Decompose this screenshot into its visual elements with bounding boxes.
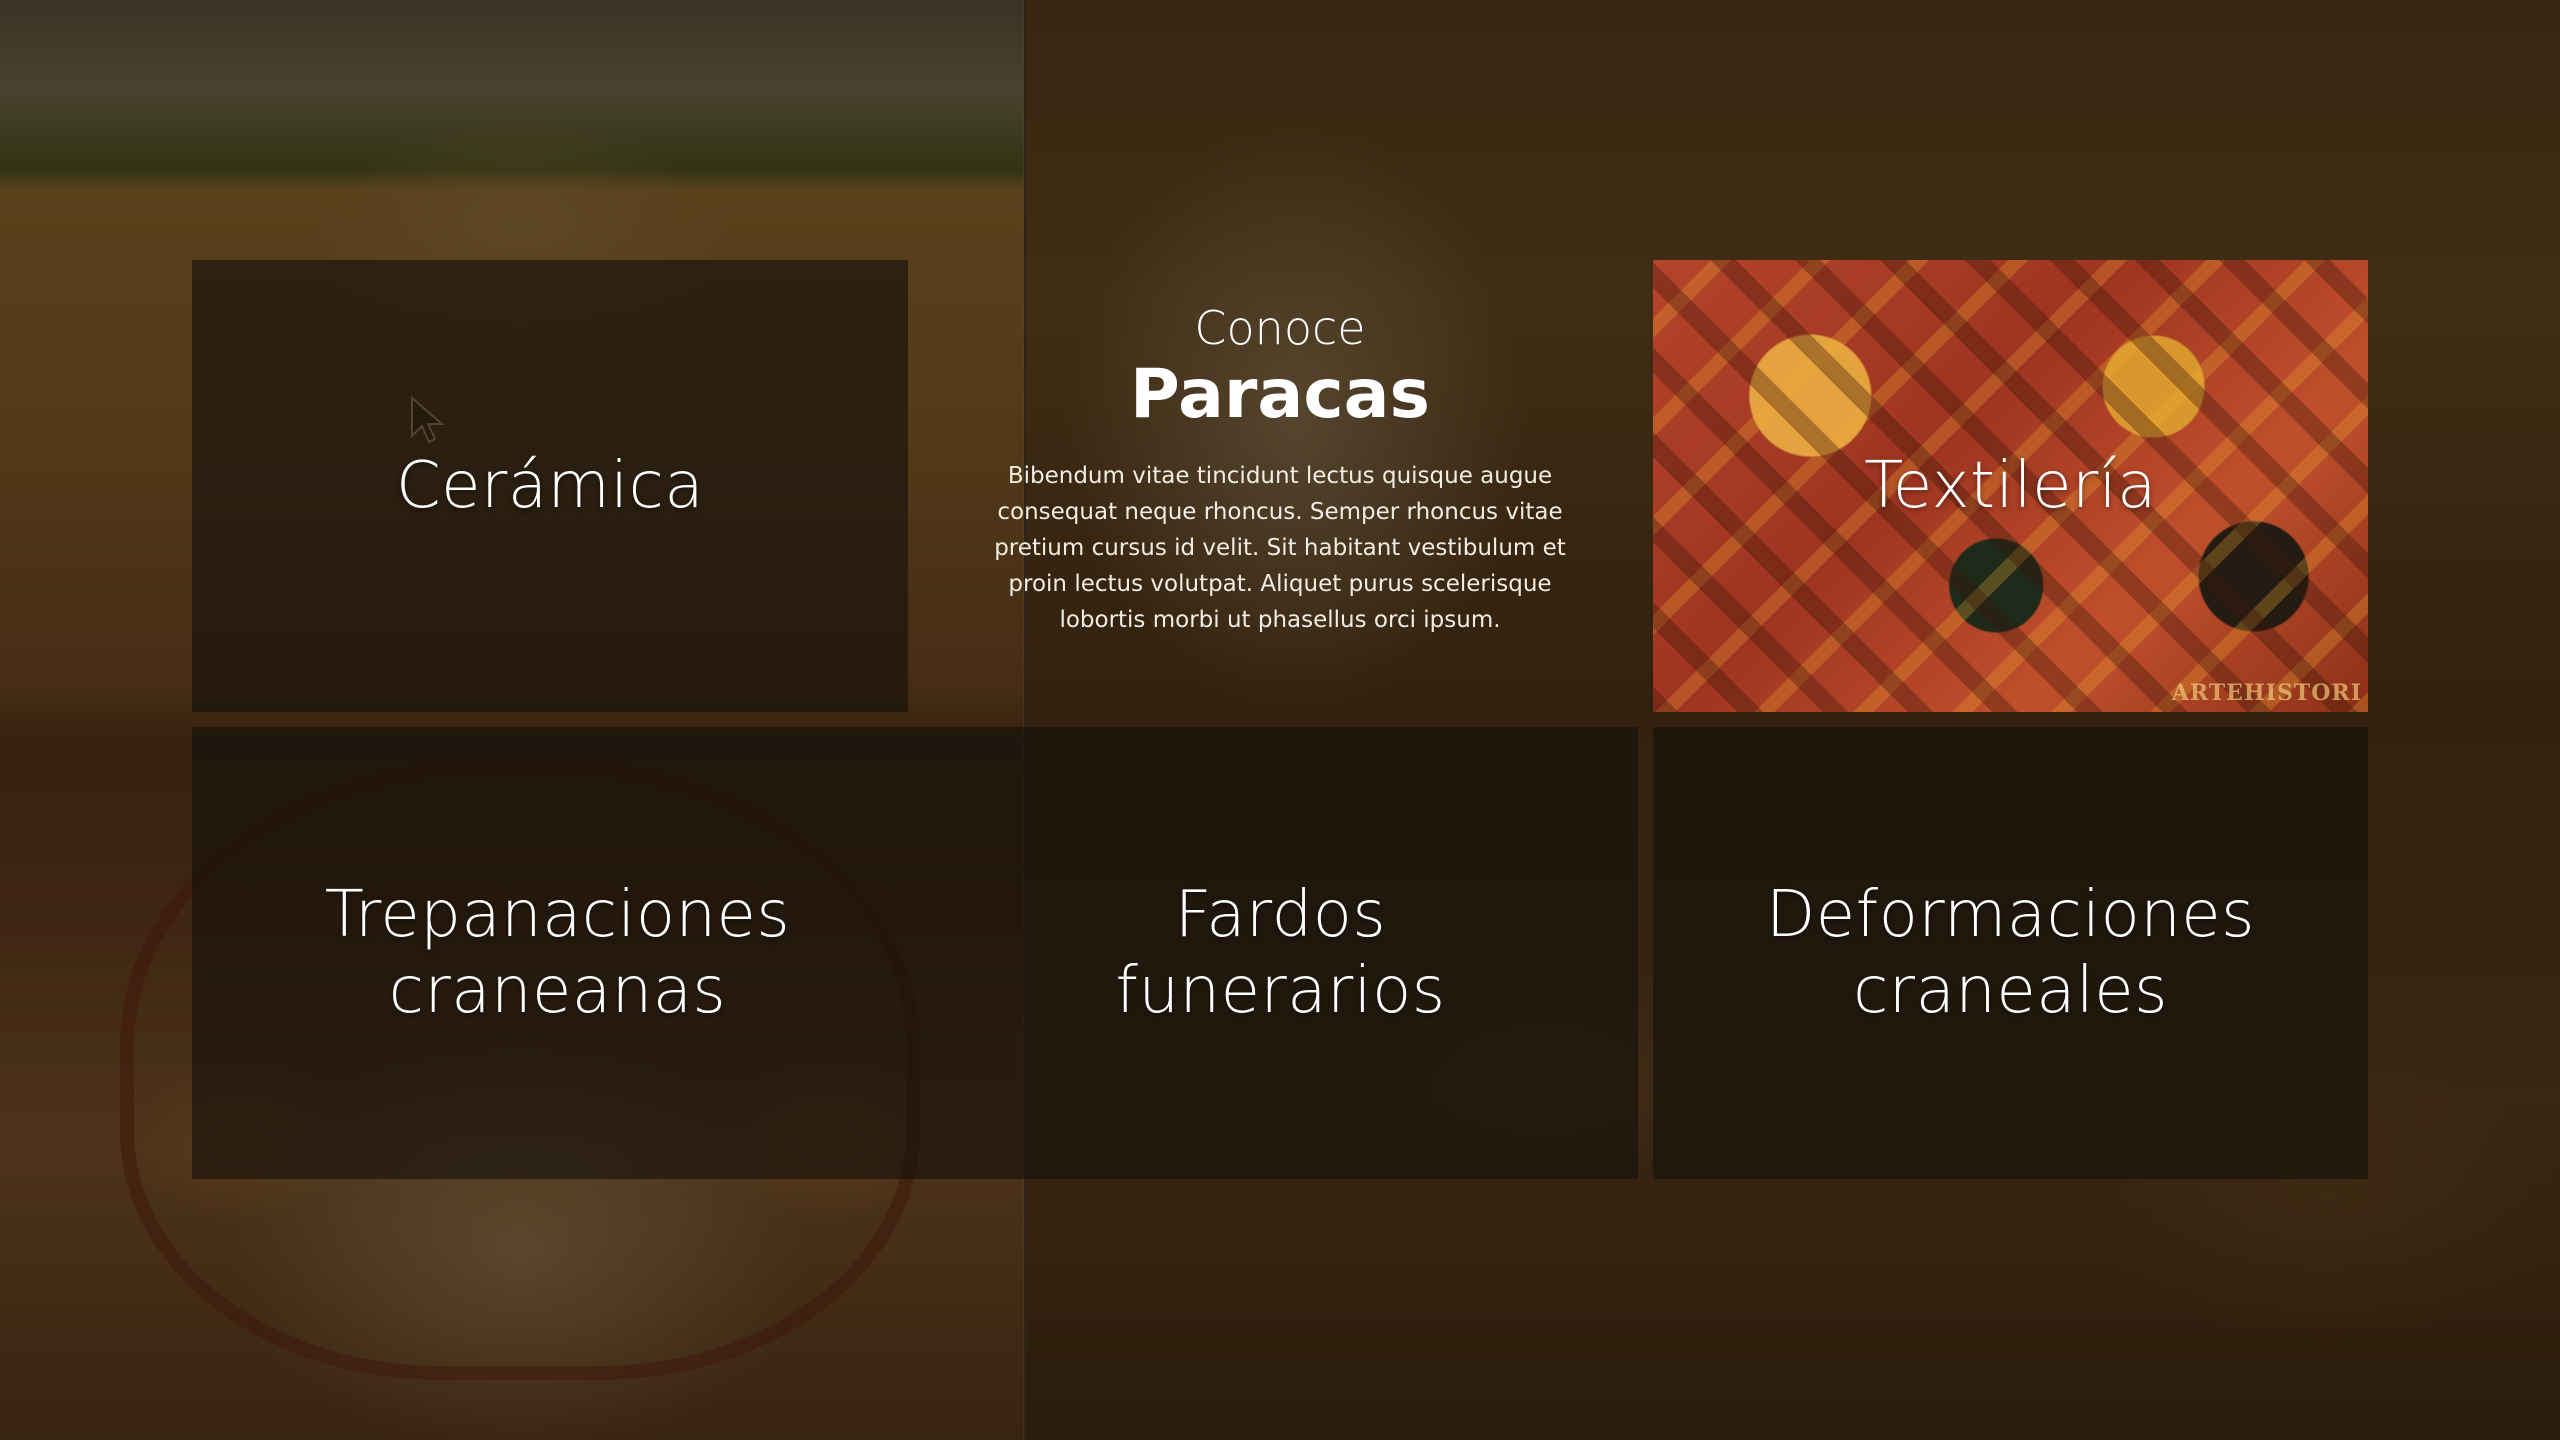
mouse-cursor-icon — [410, 395, 446, 448]
tile-fardos-label: Fardos funerarios — [1115, 878, 1446, 1028]
tile-deformaciones-label: Deformaciones craneales — [1766, 878, 2255, 1028]
tile-textileria[interactable]: Textilería ARTEHISTORI — [1653, 260, 2368, 712]
textile-watermark: ARTEHISTORI — [2171, 680, 2362, 706]
intro-title: Paracas — [1130, 355, 1430, 434]
tile-ceramica[interactable]: Cerámica — [192, 260, 908, 712]
tile-textileria-label: Textilería — [1864, 449, 2157, 523]
tile-fardos[interactable]: Fardos funerarios — [923, 727, 1638, 1179]
tile-ceramica-label: Cerámica — [395, 449, 705, 523]
page: Cerámica Conoce Paracas Bibendum vitae t… — [0, 0, 2560, 1440]
intro-kicker: Conoce — [1194, 301, 1366, 355]
intro-body: Bibendum vitae tincidunt lectus quisque … — [994, 463, 1566, 633]
tile-trepanaciones[interactable]: Trepanaciones craneanas — [192, 727, 923, 1179]
intro-section: Conoce Paracas Bibendum vitae tincidunt … — [960, 300, 1600, 638]
dark-overlay — [0, 0, 2560, 1440]
tile-trepanaciones-label: Trepanaciones craneanas — [324, 878, 791, 1028]
tile-deformaciones[interactable]: Deformaciones craneales — [1653, 727, 2368, 1179]
